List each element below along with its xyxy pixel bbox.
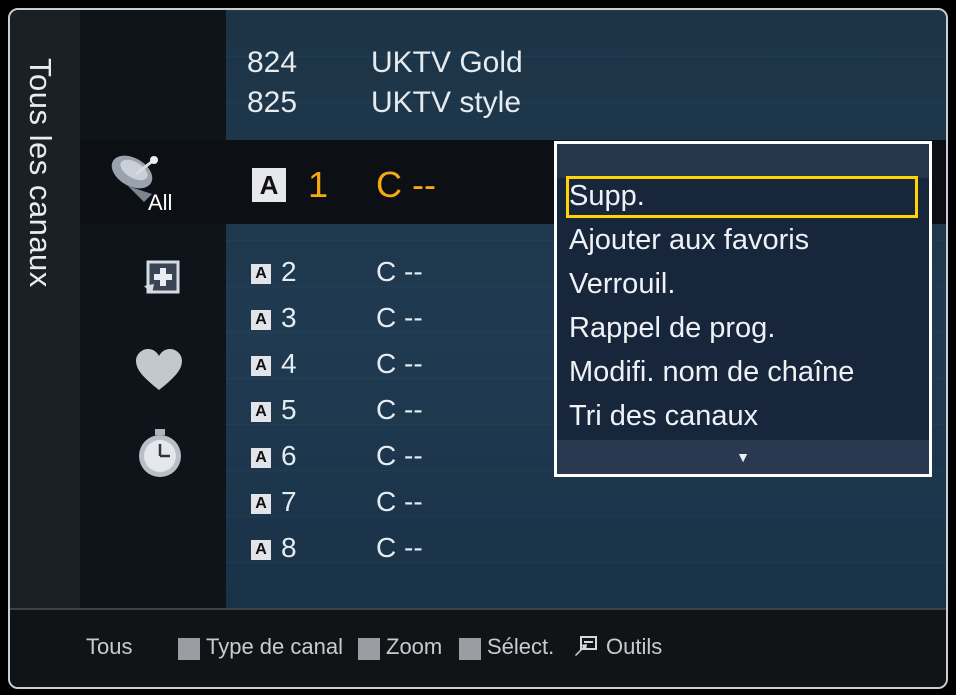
menu-item-add-favorites[interactable]: Ajouter aux favoris (569, 224, 809, 257)
footer-tools[interactable]: Outils (606, 634, 662, 660)
menu-item-delete[interactable]: Supp. (569, 180, 645, 213)
channel-name[interactable]: C -- (376, 532, 423, 564)
channel-type-badge: A (252, 168, 286, 202)
timer-icon[interactable] (134, 428, 186, 485)
channel-number[interactable]: 4 (281, 348, 297, 380)
channel-type-badge: A (251, 402, 271, 422)
selected-channel-number[interactable]: 1 (308, 164, 328, 206)
footer-help-bar: Tous Type de canal Zoom Sélect. Outils (10, 608, 946, 687)
footer-channel-type[interactable]: Type de canal (206, 634, 343, 660)
channel-number[interactable]: 824 (247, 46, 297, 80)
heart-icon[interactable] (134, 348, 184, 397)
channel-name[interactable]: UKTV style (371, 86, 521, 120)
footer-zoom[interactable]: Zoom (386, 634, 442, 660)
channel-number[interactable]: 7 (281, 486, 297, 518)
scroll-down-arrow-icon[interactable]: ▼ (557, 440, 929, 474)
channel-type-badge: A (251, 264, 271, 284)
footer-select[interactable]: Sélect. (487, 634, 554, 660)
menu-item-edit-channel-name[interactable]: Modifi. nom de chaîne (569, 356, 854, 389)
channel-name[interactable]: C -- (376, 256, 423, 288)
channel-number[interactable]: 6 (281, 440, 297, 472)
channel-type-badge: A (251, 356, 271, 376)
selected-channel-name[interactable]: C -- (376, 164, 436, 206)
menu-item-lock[interactable]: Verrouil. (569, 268, 675, 301)
satellite-dish-icon[interactable]: All (108, 150, 192, 219)
channel-type-badge: A (251, 448, 271, 468)
tools-popup-menu: Supp. Ajouter aux favoris Verrouil. Rapp… (554, 141, 932, 477)
channel-list-window: Tous les canaux 824 UKTV Gold 825 UKTV s… (8, 8, 948, 689)
sidebar-title-column: Tous les canaux (10, 10, 80, 608)
footer-all-label: Tous (86, 634, 133, 659)
channel-number[interactable]: 2 (281, 256, 297, 288)
menu-item-program-reminder[interactable]: Rappel de prog. (569, 312, 775, 345)
channel-name[interactable]: C -- (376, 394, 423, 426)
channel-type-badge: A (251, 540, 271, 560)
channel-type-badge: A (251, 494, 271, 514)
color-key-icon (459, 638, 481, 660)
channel-number[interactable]: 3 (281, 302, 297, 334)
tools-icon (574, 634, 598, 663)
channel-type-badge: A (251, 310, 271, 330)
add-channel-icon[interactable] (128, 256, 188, 315)
channel-number[interactable]: 8 (281, 532, 297, 564)
color-key-icon (358, 638, 380, 660)
menu-item-sort-channels[interactable]: Tri des canaux (569, 400, 758, 433)
channel-name[interactable]: C -- (376, 486, 423, 518)
channel-number[interactable]: 5 (281, 394, 297, 426)
all-label: All (148, 190, 172, 214)
channel-number[interactable]: 825 (247, 86, 297, 120)
sidebar-title: Tous les canaux (23, 58, 58, 288)
channel-name[interactable]: C -- (376, 440, 423, 472)
channel-name[interactable]: C -- (376, 302, 423, 334)
channel-name[interactable]: C -- (376, 348, 423, 380)
channel-name[interactable]: UKTV Gold (371, 46, 523, 80)
color-key-icon (178, 638, 200, 660)
